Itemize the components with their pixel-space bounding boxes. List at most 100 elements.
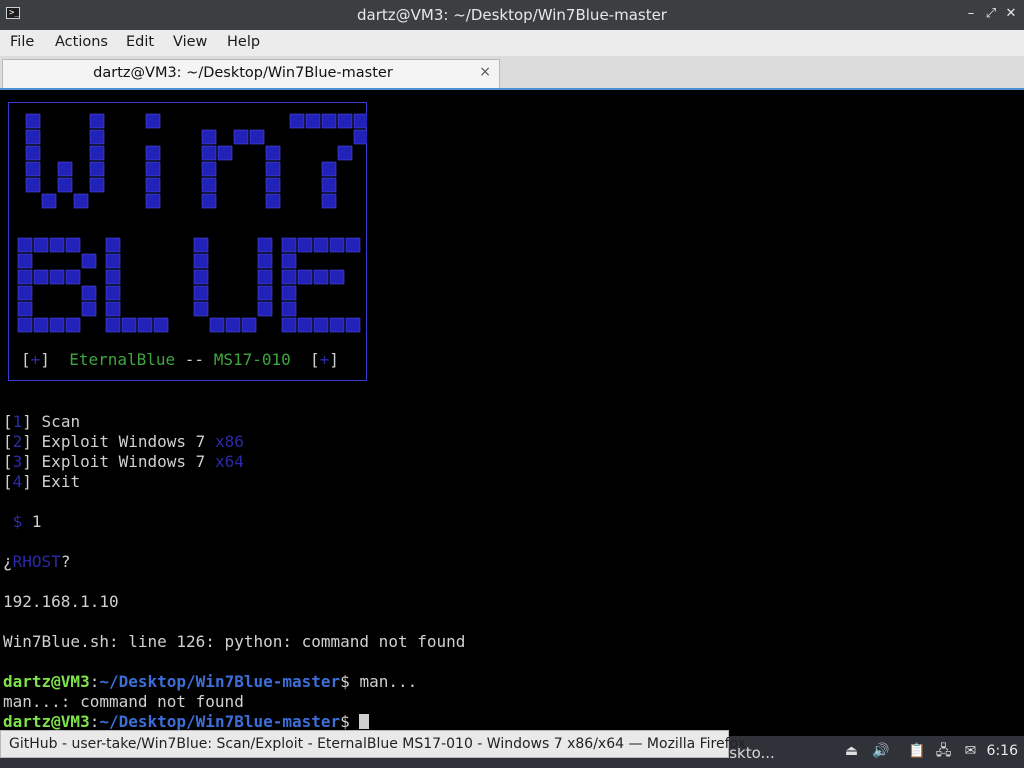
- banner-block: [233, 129, 249, 145]
- banner-block: [201, 177, 217, 193]
- banner-block: [241, 317, 257, 333]
- notification-icon[interactable]: ✉: [962, 743, 979, 760]
- menu-option-exploit-x86: [2] Exploit Windows 7 x86: [3, 432, 244, 451]
- banner-block: [73, 193, 89, 209]
- banner-block: [329, 317, 345, 333]
- banner-block: [353, 113, 367, 129]
- banner-block: [25, 177, 41, 193]
- banner-block: [25, 129, 41, 145]
- banner-block: [105, 285, 121, 301]
- banner-block: [193, 253, 209, 269]
- rhost-prompt: ¿RHOST?: [3, 552, 71, 571]
- ip-input-line: 192.168.1.10: [3, 592, 119, 611]
- shell-prompt-line-active: dartz@VM3:~/Desktop/Win7Blue-master$: [3, 712, 370, 732]
- banner-block: [281, 269, 297, 285]
- banner-block: [313, 317, 329, 333]
- banner-block: [81, 285, 97, 301]
- banner-block: [121, 317, 137, 333]
- banner-block: [89, 113, 105, 129]
- tab-accent-line: [0, 88, 1024, 90]
- banner-block: [33, 237, 49, 253]
- banner-block: [281, 237, 297, 253]
- menu-file[interactable]: File: [10, 34, 34, 50]
- eject-icon[interactable]: ⏏: [843, 743, 860, 760]
- banner-block: [345, 237, 361, 253]
- banner-block: [337, 145, 353, 161]
- tab-close-icon[interactable]: ×: [479, 64, 491, 80]
- banner-block: [193, 285, 209, 301]
- panel-clock: 6:16: [986, 743, 1018, 759]
- clipboard-icon[interactable]: 📋: [908, 743, 925, 760]
- banner-block: [313, 269, 329, 285]
- terminal-output[interactable]: [+] EternalBlue -- MS17-010 [+] [1] Scan…: [0, 92, 1024, 736]
- close-icon[interactable]: ✕: [1002, 5, 1020, 23]
- menu-view[interactable]: View: [173, 34, 207, 50]
- banner-block: [305, 113, 321, 129]
- banner-block: [105, 317, 121, 333]
- banner-block: [89, 177, 105, 193]
- shell-prompt-line: dartz@VM3:~/Desktop/Win7Blue-master$ man…: [3, 672, 418, 691]
- banner-block: [297, 317, 313, 333]
- banner-block: [105, 301, 121, 317]
- tab-title: dartz@VM3: ~/Desktop/Win7Blue-master: [93, 65, 393, 81]
- banner-block: [25, 113, 41, 129]
- banner-block: [137, 317, 153, 333]
- banner-block: [17, 317, 33, 333]
- banner-caption: [+] EternalBlue -- MS17-010 [+]: [21, 350, 339, 369]
- banner-block: [33, 317, 49, 333]
- banner-block: [209, 317, 225, 333]
- menu-actions[interactable]: Actions: [55, 34, 108, 50]
- banner-block: [145, 161, 161, 177]
- banner-block: [89, 161, 105, 177]
- banner-block: [17, 285, 33, 301]
- banner-block: [297, 237, 313, 253]
- banner-block: [65, 237, 81, 253]
- banner-block: [41, 193, 57, 209]
- banner-block: [257, 301, 273, 317]
- banner-block: [353, 129, 367, 145]
- volume-icon[interactable]: 🔊: [872, 743, 889, 760]
- menu-option-scan: [1] Scan: [3, 412, 81, 431]
- banner-block: [89, 145, 105, 161]
- menu-help[interactable]: Help: [227, 34, 260, 50]
- banner-block: [201, 193, 217, 209]
- menu-edit[interactable]: Edit: [126, 34, 154, 50]
- banner-block: [17, 237, 33, 253]
- window-titlebar: >_ dartz@VM3: ~/Desktop/Win7Blue-master …: [0, 0, 1024, 30]
- banner-block: [265, 193, 281, 209]
- banner-block: [193, 237, 209, 253]
- menu-option-exploit-x64: [3] Exploit Windows 7 x64: [3, 452, 244, 471]
- firefox-tooltip: GitHub - user-take/Win7Blue: Scan/Exploi…: [0, 730, 746, 758]
- win7blue-ascii-banner: [17, 113, 367, 333]
- error-line: Win7Blue.sh: line 126: python: command n…: [3, 632, 466, 651]
- banner-block: [201, 129, 217, 145]
- banner-block: [257, 269, 273, 285]
- banner-block: [281, 285, 297, 301]
- banner-block: [57, 161, 73, 177]
- banner-block: [193, 301, 209, 317]
- network-icon[interactable]: 🖧: [935, 743, 952, 760]
- banner-block: [89, 129, 105, 145]
- banner-block: [17, 253, 33, 269]
- banner-block: [145, 193, 161, 209]
- banner-block: [49, 237, 65, 253]
- banner-block: [145, 177, 161, 193]
- banner-block: [193, 269, 209, 285]
- menu-option-exit: [4] Exit: [3, 472, 81, 491]
- terminal-tab[interactable]: dartz@VM3: ~/Desktop/Win7Blue-master ×: [2, 59, 500, 89]
- banner-block: [201, 145, 217, 161]
- restore-icon[interactable]: ⤢: [982, 5, 1000, 23]
- banner-block: [257, 285, 273, 301]
- banner-block: [105, 269, 121, 285]
- banner-block: [57, 177, 73, 193]
- banner-block: [329, 237, 345, 253]
- minimize-icon[interactable]: –: [962, 5, 980, 23]
- banner-block: [321, 193, 337, 209]
- banner-block: [297, 269, 313, 285]
- banner-block: [329, 269, 345, 285]
- banner-block: [65, 269, 81, 285]
- banner-block: [25, 161, 41, 177]
- banner-block: [33, 269, 49, 285]
- banner-block: [225, 317, 241, 333]
- banner-block: [49, 317, 65, 333]
